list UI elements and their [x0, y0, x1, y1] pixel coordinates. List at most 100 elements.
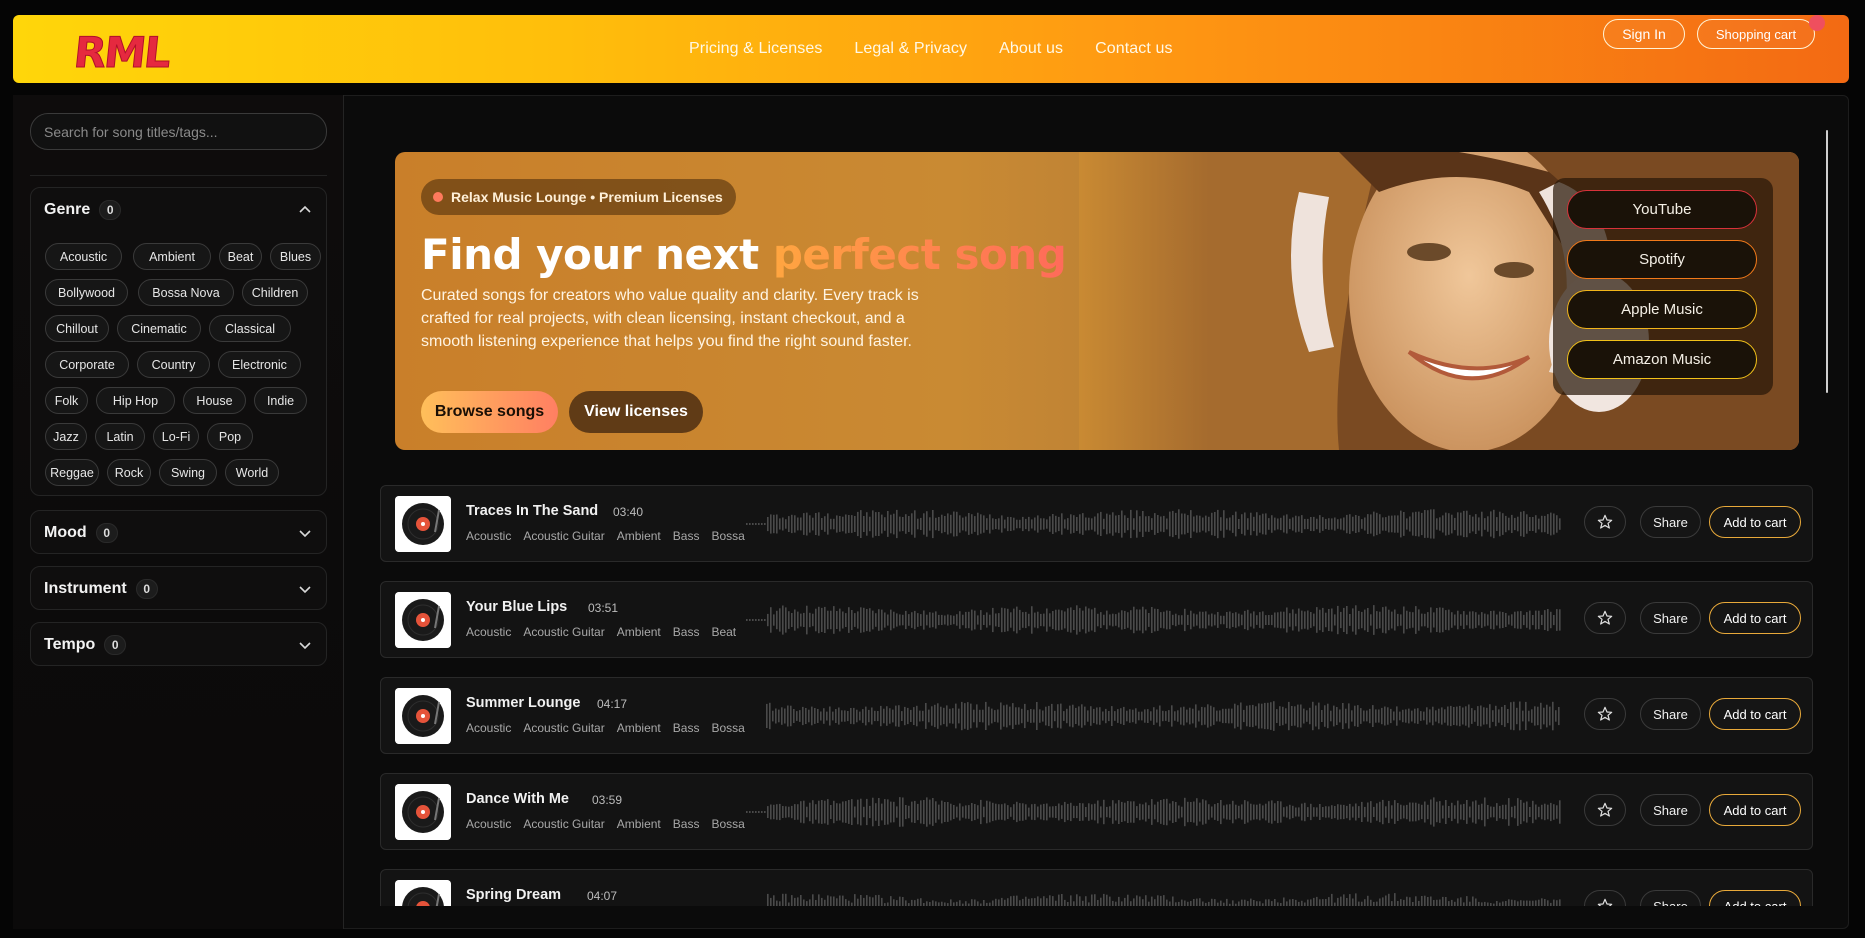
genre-chip[interactable]: Swing: [159, 459, 217, 486]
chevron-down-icon[interactable]: [298, 638, 312, 652]
nav-legal-privacy[interactable]: Legal & Privacy: [854, 40, 967, 58]
vinyl-record-icon[interactable]: [395, 784, 451, 840]
share-button[interactable]: Share: [1640, 890, 1701, 906]
track-tag[interactable]: Ambient: [617, 625, 661, 639]
genre-chip[interactable]: Corporate: [45, 351, 129, 378]
mood-filter-header[interactable]: Mood 0: [44, 511, 118, 555]
genre-chip[interactable]: Latin: [95, 423, 145, 450]
genre-chip[interactable]: Country: [137, 351, 210, 378]
genre-chip[interactable]: Pop: [207, 423, 253, 450]
genre-chip[interactable]: Reggae: [45, 459, 99, 486]
track-tag[interactable]: Acoustic: [466, 721, 511, 735]
favorite-button[interactable]: [1584, 602, 1626, 634]
share-button[interactable]: Share: [1640, 794, 1701, 826]
share-button[interactable]: Share: [1640, 506, 1701, 538]
add-to-cart-button[interactable]: Add to cart: [1709, 890, 1801, 906]
vinyl-record-icon[interactable]: [395, 496, 451, 552]
track-tag[interactable]: Ambient: [617, 817, 661, 831]
track-tag[interactable]: Bass: [673, 817, 700, 831]
genre-chip[interactable]: Chillout: [45, 315, 109, 342]
track-title[interactable]: Summer Lounge: [466, 695, 580, 711]
waveform[interactable]: [746, 504, 1561, 544]
rml-logo[interactable]: RML: [75, 25, 205, 75]
genre-chip[interactable]: Blues: [270, 243, 321, 270]
nav-pricing-licenses[interactable]: Pricing & Licenses: [689, 40, 822, 58]
track-tag[interactable]: Acoustic: [466, 625, 511, 639]
nav-contact-us[interactable]: Contact us: [1095, 40, 1172, 58]
genre-chip[interactable]: Acoustic: [45, 243, 122, 270]
vinyl-record-icon[interactable]: [395, 592, 451, 648]
waveform[interactable]: [746, 600, 1561, 640]
add-to-cart-button[interactable]: Add to cart: [1709, 698, 1801, 730]
vinyl-record-icon[interactable]: [395, 880, 451, 906]
track-title[interactable]: Spring Dream: [466, 887, 561, 903]
track-tag[interactable]: Ambient: [617, 529, 661, 543]
track-tag[interactable]: Acoustic Guitar: [523, 625, 604, 639]
favorite-button[interactable]: [1584, 506, 1626, 538]
share-button[interactable]: Share: [1640, 602, 1701, 634]
genre-chip[interactable]: Beat: [219, 243, 262, 270]
track-title[interactable]: Dance With Me: [466, 791, 569, 807]
track-tag[interactable]: Bass: [673, 625, 700, 639]
waveform[interactable]: [746, 696, 1561, 736]
chevron-up-icon[interactable]: [298, 203, 312, 217]
genre-chip[interactable]: Rock: [107, 459, 151, 486]
vinyl-record-icon[interactable]: [395, 688, 451, 744]
sign-in-button[interactable]: Sign In: [1603, 19, 1685, 49]
favorite-button[interactable]: [1584, 794, 1626, 826]
track-tag[interactable]: Ambient: [617, 721, 661, 735]
add-to-cart-button[interactable]: Add to cart: [1709, 602, 1801, 634]
genre-filter-header[interactable]: Genre 0: [44, 188, 122, 232]
genre-chip[interactable]: Hip Hop: [96, 387, 175, 414]
track-tag[interactable]: Bossa: [711, 721, 744, 735]
genre-chip[interactable]: Jazz: [45, 423, 87, 450]
tempo-filter-label: Tempo: [44, 636, 96, 653]
instrument-filter-header[interactable]: Instrument 0: [44, 567, 158, 611]
genre-chip[interactable]: Children: [242, 279, 308, 306]
track-row[interactable]: Dance With Me 03:59 Acoustic Acoustic Gui…: [380, 773, 1813, 850]
track-tag[interactable]: Acoustic Guitar: [523, 721, 604, 735]
genre-chip[interactable]: Lo-Fi: [153, 423, 199, 450]
cart-notification-dot: [1809, 15, 1825, 31]
search-input[interactable]: Search for song titles/tags...: [30, 113, 327, 150]
track-row[interactable]: Traces In The Sand 03:40 Acoustic Acousti…: [380, 485, 1813, 562]
share-button[interactable]: Share: [1640, 698, 1701, 730]
tempo-filter-header[interactable]: Tempo 0: [44, 623, 127, 667]
track-tag[interactable]: Acoustic Guitar: [523, 817, 604, 831]
nav-about-us[interactable]: About us: [999, 40, 1063, 58]
genre-chip[interactable]: Ambient: [133, 243, 211, 270]
genre-chip[interactable]: World: [225, 459, 279, 486]
track-tag[interactable]: Beat: [711, 625, 736, 639]
svg-text:RML: RML: [75, 28, 173, 75]
shopping-cart-button[interactable]: Shopping cart: [1697, 19, 1815, 49]
track-tag[interactable]: Acoustic: [466, 817, 511, 831]
track-tag[interactable]: Acoustic: [466, 529, 511, 543]
genre-chip[interactable]: Bossa Nova: [138, 279, 234, 306]
track-title[interactable]: Your Blue Lips: [466, 599, 567, 615]
genre-chip[interactable]: Indie: [254, 387, 307, 414]
track-row[interactable]: Your Blue Lips 03:51 Acoustic Acoustic Gu…: [380, 581, 1813, 658]
track-row[interactable]: Summer Lounge 04:17 Acoustic Acoustic Gui…: [380, 677, 1813, 754]
track-duration: 03:59: [592, 793, 623, 807]
favorite-button[interactable]: [1584, 698, 1626, 730]
track-tag[interactable]: Bass: [673, 721, 700, 735]
track-tag[interactable]: Bossa: [711, 529, 744, 543]
chevron-down-icon[interactable]: [298, 582, 312, 596]
add-to-cart-button[interactable]: Add to cart: [1709, 794, 1801, 826]
track-title[interactable]: Traces In The Sand: [466, 503, 598, 519]
favorite-button[interactable]: [1584, 890, 1626, 906]
track-tag[interactable]: Bass: [673, 529, 700, 543]
genre-chip[interactable]: Folk: [45, 387, 88, 414]
waveform[interactable]: [746, 888, 1561, 906]
genre-chip[interactable]: House: [183, 387, 246, 414]
track-row[interactable]: Spring Dream 04:07 Share Add to cart: [380, 869, 1813, 906]
genre-chip[interactable]: Cinematic: [117, 315, 201, 342]
add-to-cart-button[interactable]: Add to cart: [1709, 506, 1801, 538]
genre-chip[interactable]: Bollywood: [45, 279, 128, 306]
chevron-down-icon[interactable]: [298, 526, 312, 540]
waveform[interactable]: [746, 792, 1561, 832]
track-tag[interactable]: Acoustic Guitar: [523, 529, 604, 543]
genre-chip[interactable]: Classical: [209, 315, 291, 342]
genre-chip[interactable]: Electronic: [218, 351, 301, 378]
track-tag[interactable]: Bossa: [711, 817, 744, 831]
